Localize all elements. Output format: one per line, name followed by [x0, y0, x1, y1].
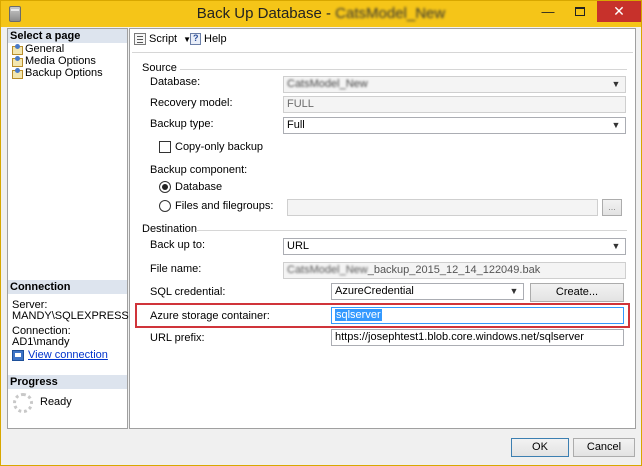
minimize-button[interactable]: — — [533, 1, 563, 23]
help-label: Help — [204, 33, 227, 45]
right-pane: Script ▼ Help Source Database: CatsModel… — [129, 28, 636, 429]
connection-header: Connection — [8, 280, 127, 294]
azure-storage-container-input[interactable]: sqlserver — [331, 307, 624, 324]
back-up-to-label: Back up to: — [150, 239, 206, 251]
connection-value: AD1\mandy — [12, 336, 70, 348]
back-up-to-select[interactable]: URL ▼ — [283, 238, 626, 255]
backup-database-dialog: Back Up Database - CatsModel_New — ✕ Sel… — [0, 0, 642, 466]
azure-storage-container-label: Azure storage container: — [150, 310, 270, 322]
progress-area: Ready — [8, 391, 127, 427]
page-item-general[interactable]: General — [11, 43, 64, 55]
left-pane: Select a page General Media Options Back… — [7, 28, 129, 429]
file-name-blurred: CatsModel_New — [287, 264, 368, 276]
ok-button[interactable]: OK — [511, 438, 569, 457]
backup-component-label: Backup component: — [150, 164, 248, 176]
recovery-model-field: FULL — [283, 96, 626, 113]
create-credential-button[interactable]: Create... — [530, 283, 624, 302]
script-button[interactable]: Script ▼ — [134, 33, 191, 45]
page-icon — [11, 68, 23, 79]
page-item-label: Media Options — [25, 55, 96, 67]
chevron-down-icon: ▼ — [611, 79, 621, 89]
copy-only-checkbox[interactable] — [159, 141, 171, 153]
script-icon — [134, 33, 146, 45]
close-button[interactable]: ✕ — [597, 1, 641, 22]
files-and-filegroups-label: Files and filegroups: — [175, 200, 274, 212]
window-title-prefix: Back Up Database - — [196, 5, 336, 22]
file-name-suffix: _backup_2015_12_14_122049.bak — [367, 264, 541, 276]
toolbar: Script ▼ Help — [130, 29, 635, 51]
database-label: Database: — [150, 76, 201, 88]
script-label: Script — [149, 33, 178, 45]
view-connection-link[interactable]: View connection — [12, 349, 108, 361]
database-value: CatsModel_New — [287, 78, 368, 90]
view-connection-label: View connection — [28, 349, 108, 361]
url-prefix-value: https://josephtest1.blob.core.windows.ne… — [335, 331, 584, 343]
page-item-label: General — [25, 43, 65, 55]
database-radio-label: Database — [175, 181, 223, 193]
maximize-button[interactable] — [565, 1, 595, 23]
page-item-backup-options[interactable]: Backup Options — [11, 67, 103, 79]
url-prefix-label: URL prefix: — [150, 332, 205, 344]
help-icon — [190, 33, 201, 45]
sql-credential-select[interactable]: AzureCredential ▼ — [331, 283, 524, 300]
progress-spinner-icon — [13, 393, 33, 413]
url-prefix-input[interactable]: https://josephtest1.blob.core.windows.ne… — [331, 329, 624, 346]
progress-status: Ready — [40, 396, 72, 408]
database-select[interactable]: CatsModel_New ▼ — [283, 76, 626, 93]
source-group-label: Source — [142, 62, 177, 74]
page-icon — [11, 44, 23, 55]
sql-credential-label: SQL credential: — [150, 286, 226, 298]
copy-only-label: Copy-only backup — [175, 141, 264, 153]
progress-header: Progress — [8, 375, 127, 389]
destination-group-label: Destination — [142, 223, 198, 235]
back-up-to-value: URL — [287, 240, 310, 252]
filegroups-browse-button[interactable]: ... — [602, 199, 622, 216]
toolbar-divider — [132, 52, 633, 53]
container-selected-text: sqlserver — [335, 309, 382, 321]
file-name-field[interactable]: CatsModel_New_backup_2015_12_14_122049.b… — [283, 262, 626, 279]
recovery-model-value: FULL — [287, 98, 314, 110]
backup-type-select[interactable]: Full ▼ — [283, 117, 626, 134]
recovery-model-label: Recovery model: — [150, 97, 233, 109]
help-button[interactable]: Help — [190, 33, 227, 45]
chevron-down-icon: ▼ — [509, 286, 519, 296]
chevron-down-icon: ▼ — [611, 241, 621, 251]
server-value: MANDY\SQLEXPRESS — [12, 310, 129, 322]
maximize-icon — [575, 7, 585, 16]
page-item-label: Backup Options — [25, 67, 103, 79]
chevron-down-icon: ▼ — [611, 120, 621, 130]
file-name-label: File name: — [150, 263, 202, 275]
window-title-database: CatsModel_New — [335, 5, 446, 22]
backup-type-label: Backup type: — [150, 118, 214, 130]
select-page-header: Select a page — [8, 29, 127, 43]
database-radio[interactable] — [159, 181, 171, 193]
cancel-button[interactable]: Cancel — [573, 438, 635, 457]
filegroups-field — [287, 199, 598, 216]
page-item-media-options[interactable]: Media Options — [11, 55, 96, 67]
files-and-filegroups-radio[interactable] — [159, 200, 171, 212]
backup-type-value: Full — [287, 119, 305, 131]
sql-credential-value: AzureCredential — [335, 285, 414, 297]
page-icon — [11, 56, 23, 67]
source-divider — [180, 69, 627, 70]
title-bar[interactable]: Back Up Database - CatsModel_New — ✕ — [1, 1, 641, 27]
connection-properties-icon — [12, 349, 24, 361]
destination-divider — [196, 230, 627, 231]
